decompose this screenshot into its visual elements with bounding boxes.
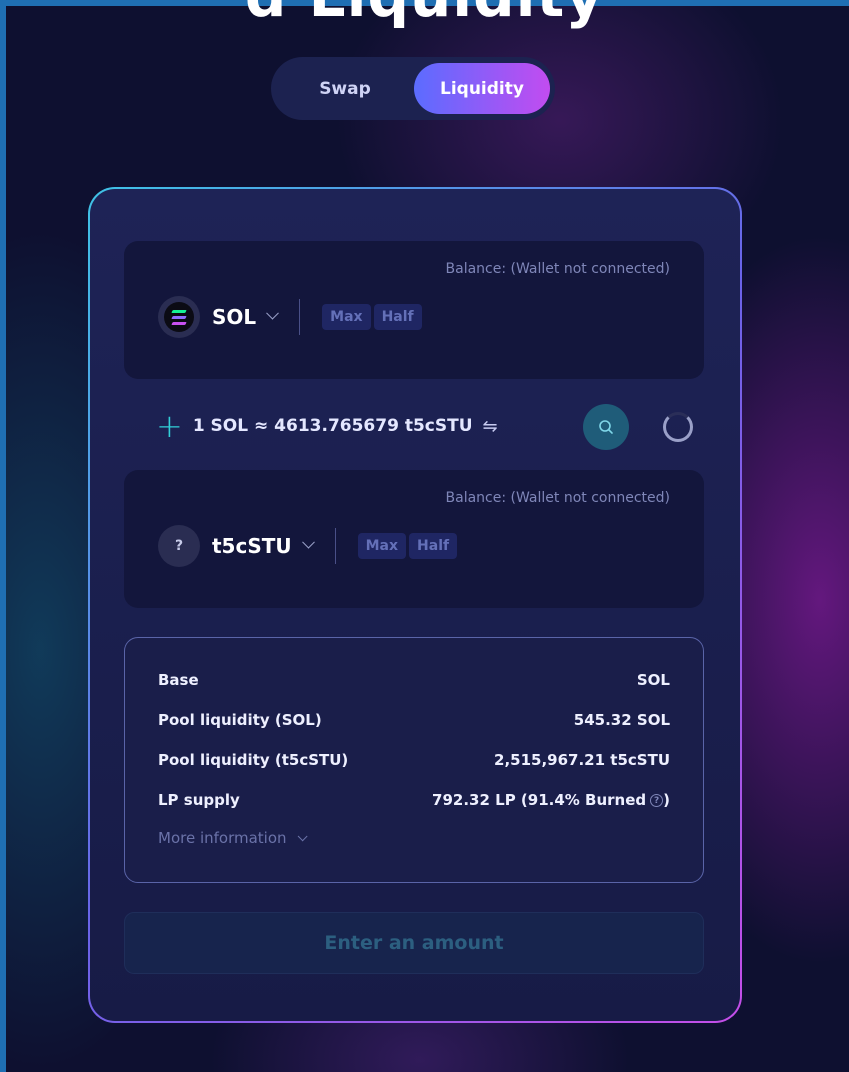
- tab-swap[interactable]: Swap: [276, 63, 414, 114]
- rate-row: + 1 SOL ≈ 4613.765679 t5cSTU ⇋: [156, 406, 498, 446]
- lp-supply-suffix: ): [663, 791, 670, 809]
- info-value: SOL: [636, 671, 670, 689]
- exchange-rate: 1 SOL ≈ 4613.765679 t5cSTU: [192, 416, 473, 436]
- more-information-label: More information: [158, 829, 287, 847]
- window-frame-left: [0, 0, 6, 1072]
- pool-info-box: Base SOL Pool liquidity (SOL) 545.32 SOL…: [124, 637, 704, 883]
- search-icon: [599, 420, 613, 434]
- mode-toggle: Swap Liquidity: [271, 57, 555, 120]
- search-pool-button[interactable]: [583, 404, 629, 450]
- divider: [334, 528, 336, 564]
- token-b-max-button[interactable]: Max: [357, 533, 407, 559]
- more-information-toggle[interactable]: More information: [158, 829, 308, 847]
- divider: [299, 299, 301, 335]
- lp-supply-value: 792.32 LP (91.4% Burned: [432, 791, 647, 809]
- token-a-half-button[interactable]: Half: [373, 304, 422, 330]
- unknown-token-icon: ?: [158, 525, 200, 567]
- info-label: LP supply: [158, 791, 240, 809]
- token-b-half-button[interactable]: Half: [409, 533, 458, 559]
- info-row-pool-liquidity-token: Pool liquidity (t5cSTU) 2,515,967.21 t5c…: [158, 749, 670, 771]
- tab-liquidity[interactable]: Liquidity: [413, 63, 550, 114]
- token-b-symbol[interactable]: t5cSTU: [212, 534, 292, 558]
- info-label: Base: [158, 671, 199, 689]
- info-value: 2,515,967.21 t5cSTU: [494, 751, 670, 769]
- token-a-panel: Balance: (Wallet not connected) SOL Max …: [124, 241, 704, 379]
- token-a-balance: Balance: (Wallet not connected): [445, 261, 670, 277]
- chevron-down-icon[interactable]: [301, 535, 315, 549]
- info-label: Pool liquidity (SOL): [158, 711, 322, 729]
- info-value: 792.32 LP (91.4% Burned?): [432, 791, 670, 809]
- solana-logo-icon: [158, 296, 200, 338]
- token-b-panel: Balance: (Wallet not connected) ? t5cSTU…: [124, 470, 704, 608]
- info-row-lp-supply: LP supply 792.32 LP (91.4% Burned?): [158, 789, 670, 811]
- chevron-down-icon[interactable]: [266, 306, 280, 320]
- refresh-spinner-icon[interactable]: [663, 412, 693, 442]
- info-row-base: Base SOL: [158, 669, 670, 691]
- token-a-max-button[interactable]: Max: [322, 304, 371, 330]
- chevron-down-icon: [297, 830, 308, 841]
- token-a-symbol[interactable]: SOL: [212, 305, 256, 329]
- info-value: 545.32 SOL: [573, 711, 670, 729]
- plus-icon: +: [156, 407, 183, 445]
- enter-amount-button[interactable]: Enter an amount: [124, 912, 704, 974]
- page-title-fragment: d Liquidity: [0, 0, 849, 30]
- info-row-pool-liquidity-sol: Pool liquidity (SOL) 545.32 SOL: [158, 709, 670, 731]
- swap-direction-icon[interactable]: ⇋: [483, 416, 498, 437]
- help-icon[interactable]: ?: [650, 794, 664, 807]
- info-label: Pool liquidity (t5cSTU): [158, 751, 349, 769]
- token-b-balance: Balance: (Wallet not connected): [445, 490, 670, 506]
